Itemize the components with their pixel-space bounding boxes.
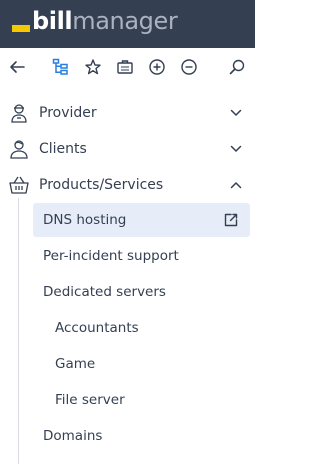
chevron-down-icon	[230, 109, 242, 116]
menu-item-label: Game	[55, 356, 96, 372]
menu-item-dns-hosting[interactable]: DNS hosting	[33, 203, 250, 237]
search-icon[interactable]	[225, 55, 249, 79]
menu-item-accountants[interactable]: Accountants	[33, 311, 250, 345]
tree-icon[interactable]	[49, 55, 73, 79]
menu-item-label: File server	[55, 392, 125, 408]
back-arrow-icon[interactable]	[6, 55, 30, 79]
menu-group-products-services[interactable]: Products/Services	[0, 167, 255, 203]
menu-group-label: Provider	[39, 105, 97, 121]
open-in-new-window-icon[interactable]	[223, 212, 239, 228]
submenu-guide-line	[18, 198, 19, 464]
plus-circle-icon[interactable]	[145, 55, 169, 79]
logo-mark	[12, 24, 30, 32]
menu-item-label: Domains	[43, 428, 103, 444]
menu-item-label: Accountants	[55, 320, 139, 336]
briefcase-icon[interactable]	[113, 55, 137, 79]
minus-circle-icon[interactable]	[177, 55, 201, 79]
menu-group-label: Clients	[39, 141, 87, 157]
menu-item-label: DNS hosting	[43, 212, 127, 228]
clients-icon	[10, 140, 28, 159]
basket-icon	[9, 176, 29, 194]
app-header: billmanager	[0, 0, 255, 48]
chevron-down-icon	[230, 145, 242, 152]
menu-group-clients[interactable]: Clients	[0, 131, 255, 167]
menu-item-file-server[interactable]: File server	[33, 383, 250, 417]
menu-group-label: Products/Services	[39, 177, 164, 193]
menu-item-dedicated-servers[interactable]: Dedicated servers	[33, 275, 250, 309]
menu-item-per-incident-support[interactable]: Per-incident support	[33, 239, 250, 273]
provider-icon	[11, 104, 27, 123]
menu-item-label: Dedicated servers	[43, 284, 166, 300]
menu-item-domains[interactable]: Domains	[33, 419, 250, 453]
logo-text-manager: manager	[72, 7, 178, 35]
chevron-up-icon	[230, 182, 242, 189]
star-icon[interactable]	[81, 55, 105, 79]
menu-group-provider[interactable]: Provider	[0, 95, 255, 131]
toolbar	[0, 48, 255, 86]
logo-text-bill: bill	[32, 7, 73, 35]
menu-item-label: Per-incident support	[43, 248, 179, 264]
logo[interactable]: billmanager	[12, 6, 178, 36]
menu-item-game[interactable]: Game	[33, 347, 250, 381]
